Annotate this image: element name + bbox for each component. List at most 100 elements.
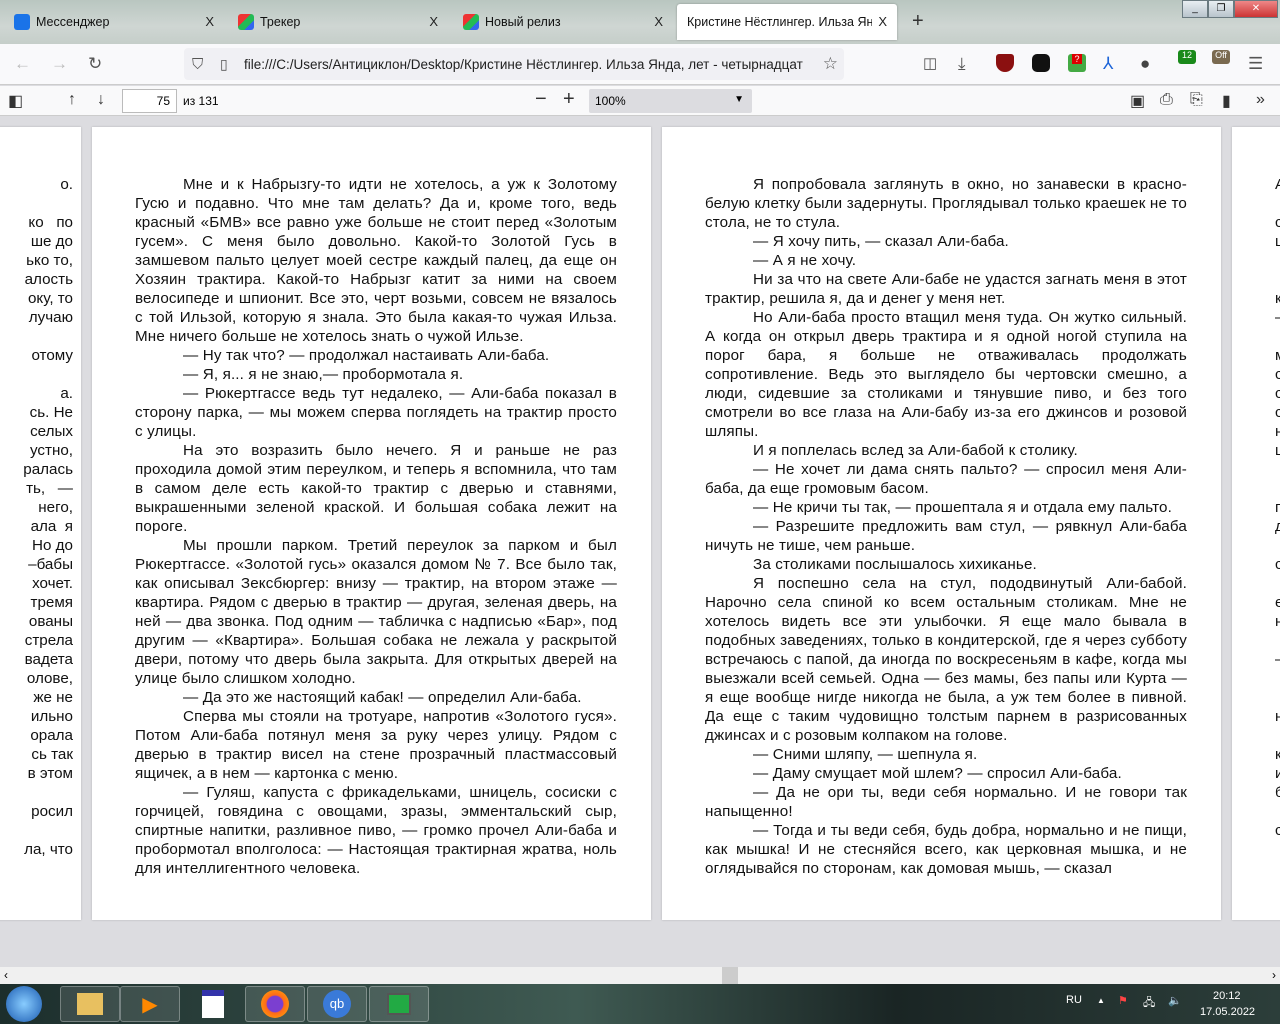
text-line: д	[1275, 518, 1280, 535]
clock-date[interactable]: 17.05.2022	[1200, 1006, 1255, 1018]
save-icon[interactable]: ⎘	[1190, 91, 1203, 109]
close-tab-icon[interactable]: X	[205, 14, 214, 29]
presentation-icon[interactable]: ▣	[1130, 91, 1145, 111]
explorer-icon[interactable]	[60, 986, 120, 1022]
shield-icon[interactable]: ⛉	[192, 56, 203, 73]
scroll-thumb[interactable]	[722, 967, 738, 984]
zoom-select[interactable]: 100% ▼	[589, 89, 752, 113]
text-line: тремя	[30, 594, 73, 611]
text-line: стрела	[24, 632, 73, 649]
paragraph: — Рюкертгассе ведь тут недалеко, — Али-б…	[135, 385, 617, 440]
language-indicator[interactable]: RU	[1066, 994, 1082, 1006]
clock-time[interactable]: 20:12	[1213, 990, 1241, 1002]
new-tab-button[interactable]: +	[912, 10, 924, 33]
paragraph: — Гуляш, капуста с фрикадельками, шницел…	[135, 784, 617, 877]
zoom-in-button[interactable]: +	[563, 88, 575, 111]
text-line: с	[1275, 366, 1280, 383]
text-line: и	[1275, 765, 1280, 782]
minimize-button[interactable]: _	[1182, 0, 1208, 18]
url-bar[interactable]: ⛉ ▯ file:///C:/Users/Антициклон/Desktop/…	[184, 48, 844, 80]
close-tab-icon[interactable]: X	[654, 14, 663, 29]
notepad-icon[interactable]	[183, 986, 243, 1022]
pocket-icon[interactable]: ◫	[923, 54, 937, 72]
text-line: отому	[31, 347, 73, 364]
tab-book[interactable]: Кристине Нёстлингер. Ильза Янда X	[677, 4, 897, 40]
zoom-out-button[interactable]: −	[535, 88, 547, 111]
text-line: лучаю	[28, 309, 73, 326]
extension-badge-icon[interactable]: ?	[1068, 54, 1086, 72]
text-line: ть, —	[26, 480, 73, 497]
tab-label: Трекер	[260, 15, 301, 29]
extension-off-icon[interactable]: Off	[1212, 50, 1230, 64]
close-tab-icon[interactable]: X	[878, 14, 887, 29]
url-text[interactable]: file:///C:/Users/Антициклон/Desktop/Крис…	[244, 57, 803, 72]
tab-new-release[interactable]: Новый релиз X	[453, 4, 673, 40]
horizontal-scrollbar[interactable]: ‹ ›	[0, 967, 1280, 984]
bookmark-icon[interactable]: ▮	[1222, 91, 1231, 111]
text-line: к	[1275, 746, 1280, 763]
text-line: б	[1275, 784, 1280, 801]
pdf-toolbar: ◧ ↑ ↓ 75 из 131 − + 100% ▼ ▣ ⎙ ⎘ ▮ »	[0, 86, 1280, 116]
sidebar-toggle-icon[interactable]: ◧	[8, 91, 23, 111]
firefox-icon[interactable]	[245, 986, 305, 1022]
text-line: А	[1275, 175, 1280, 194]
text-line	[1275, 479, 1280, 498]
close-tab-icon[interactable]: X	[429, 14, 438, 29]
paragraph: Сперва мы стояли на тротуаре, напротив «…	[135, 708, 617, 782]
chevron-down-icon: ▼	[734, 94, 744, 105]
tab-tracker[interactable]: Трекер X	[228, 4, 448, 40]
tools-chevron-icon[interactable]: »	[1256, 91, 1265, 109]
extension-icon[interactable]	[1032, 54, 1050, 72]
extension-icon[interactable]: ⅄	[1103, 54, 1113, 74]
badge: Off	[1215, 50, 1227, 60]
page-number-input[interactable]: 75	[122, 89, 177, 113]
close-window-button[interactable]: ✕	[1234, 0, 1278, 18]
scroll-left-icon[interactable]: ‹	[4, 968, 8, 982]
bookmark-star-icon[interactable]: ☆	[822, 54, 838, 74]
tab-label: Новый релиз	[485, 15, 561, 29]
volume-icon[interactable]: 🔈	[1168, 994, 1182, 1007]
print-icon[interactable]: ⎙	[1160, 91, 1173, 109]
paragraph: — Разрешите предложить вам стул, — рявкн…	[705, 518, 1187, 554]
paragraph: — Я хочу пить, — сказал Али-баба.	[753, 233, 1009, 250]
extension-counter-icon[interactable]: 12	[1178, 50, 1196, 64]
next-page-button[interactable]: ↓	[97, 91, 105, 109]
text-line: с	[1275, 404, 1280, 421]
text-line: ко по	[28, 214, 73, 231]
extension-icon[interactable]: ●	[1140, 54, 1150, 74]
pdf-viewer[interactable]: о. ко по ше до ько то, алость оку, то лучаю ото…	[0, 117, 1280, 967]
reload-button[interactable]: ↻	[88, 54, 102, 74]
pdf-page-75: Мне и к Набрызгу-то идти не хотелось, а …	[92, 127, 651, 920]
action-center-icon[interactable]: ⚑	[1118, 994, 1128, 1007]
text-line: ше до	[30, 233, 73, 250]
network-icon[interactable]: 🖧	[1143, 994, 1155, 1013]
forward-button[interactable]: →	[51, 54, 68, 74]
qbittorrent-icon[interactable]: qb	[307, 986, 367, 1022]
media-player-icon[interactable]: ▶	[120, 986, 180, 1022]
text-line: –	[1275, 308, 1280, 327]
monitor-app-icon[interactable]	[369, 986, 429, 1022]
tab-label: Кристине Нёстлингер. Ильза Янда	[687, 15, 872, 29]
previous-page-button[interactable]: ↑	[68, 91, 76, 109]
menu-icon[interactable]: ☰	[1248, 54, 1263, 74]
ublock-icon[interactable]	[996, 54, 1014, 72]
download-icon[interactable]: ⤓	[958, 54, 966, 74]
tray-expand-icon[interactable]: ▲	[1097, 996, 1105, 1005]
scroll-right-icon[interactable]: ›	[1272, 968, 1276, 982]
text-line	[1275, 574, 1280, 593]
start-button[interactable]	[6, 986, 42, 1022]
text-line: селых	[30, 423, 73, 440]
tracker-icon	[463, 14, 479, 30]
text-line	[1275, 536, 1280, 555]
paragraph: — Ну так что? — продолжал настаивать Али…	[183, 347, 550, 364]
taskbar: ▶ qb RU ▲ ⚑ 🖧 🔈 20:12 17.05.2022	[0, 984, 1280, 1024]
paragraph: — Не хочет ли дама снять пальто? — спрос…	[705, 461, 1187, 497]
restore-button[interactable]: ❐	[1208, 0, 1234, 18]
paragraph: На это возразить было нечего. Я и раньше…	[135, 442, 617, 535]
paragraph: Но Али-баба просто втащил меня туда. Он …	[705, 309, 1187, 440]
text-line: же не	[33, 689, 73, 706]
tab-messenger[interactable]: Мессенджер X	[4, 4, 224, 40]
text-line	[23, 783, 73, 802]
back-button[interactable]: ←	[14, 54, 31, 74]
text-line: с	[1275, 556, 1280, 573]
